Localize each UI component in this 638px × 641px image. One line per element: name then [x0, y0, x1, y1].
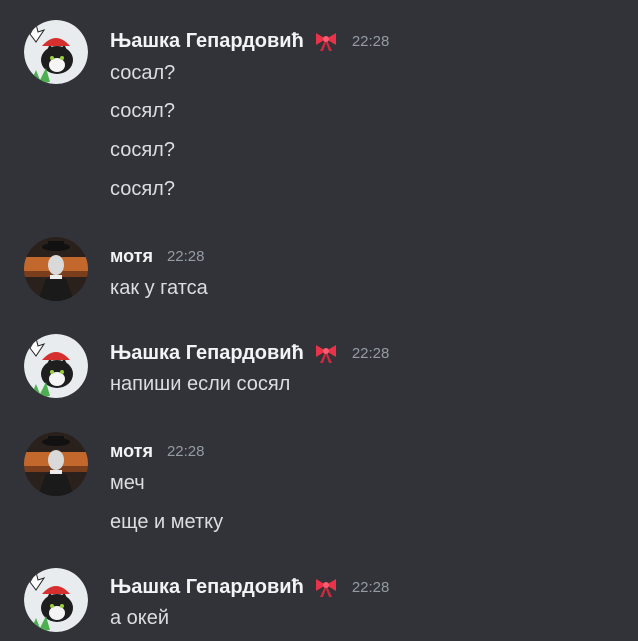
- ribbon-bow-icon: [314, 30, 338, 52]
- username[interactable]: Њашка Гепардовић: [110, 342, 304, 365]
- message-text: как у гатса: [110, 277, 208, 299]
- message-header: Њашка Гепардовић 22:28: [110, 574, 389, 600]
- avatar-cat[interactable]: [24, 334, 88, 398]
- message-text: сосял?: [110, 100, 175, 122]
- ribbon-bow-icon: [314, 342, 338, 364]
- message-text: а окей: [110, 607, 170, 629]
- timestamp: 22:28: [351, 344, 390, 362]
- avatar-motya[interactable]: [24, 237, 88, 301]
- message-text: меч: [110, 472, 145, 494]
- message-text: сосял?: [110, 139, 175, 161]
- avatar-motya[interactable]: [24, 432, 88, 496]
- motya-avatar-image: [24, 237, 88, 301]
- motya-avatar-image: [24, 432, 88, 496]
- message-header: Њашка Гепардовић 22:28: [110, 28, 389, 54]
- timestamp: 22:28: [351, 578, 390, 596]
- username[interactable]: мотя: [110, 246, 153, 267]
- timestamp: 22:28: [166, 247, 205, 265]
- message-header: Њашка Гепардовић 22:28: [110, 340, 389, 366]
- message-header: мотя 22:28: [110, 438, 205, 464]
- cat-avatar-image: [24, 568, 88, 632]
- avatar-cat[interactable]: [24, 20, 88, 84]
- avatar-cat[interactable]: [24, 568, 88, 632]
- timestamp: 22:28: [351, 32, 390, 50]
- username[interactable]: Њашка Гепардовић: [110, 30, 304, 53]
- username[interactable]: Њашка Гепардовић: [110, 576, 304, 599]
- message-text: напиши если сосял: [110, 373, 291, 395]
- cat-avatar-image: [24, 20, 88, 84]
- username[interactable]: мотя: [110, 441, 153, 462]
- message-text: еще и метку: [110, 511, 224, 533]
- message-text: сосал?: [110, 62, 176, 84]
- chat-messages-area: Њашка Гепардовић 22:28 сосал? сосял? сос…: [0, 0, 638, 641]
- message-text: сосял?: [110, 178, 175, 200]
- timestamp: 22:28: [166, 442, 205, 460]
- cat-avatar-image: [24, 334, 88, 398]
- message-header: мотя 22:28: [110, 243, 205, 269]
- ribbon-bow-icon: [314, 576, 338, 598]
